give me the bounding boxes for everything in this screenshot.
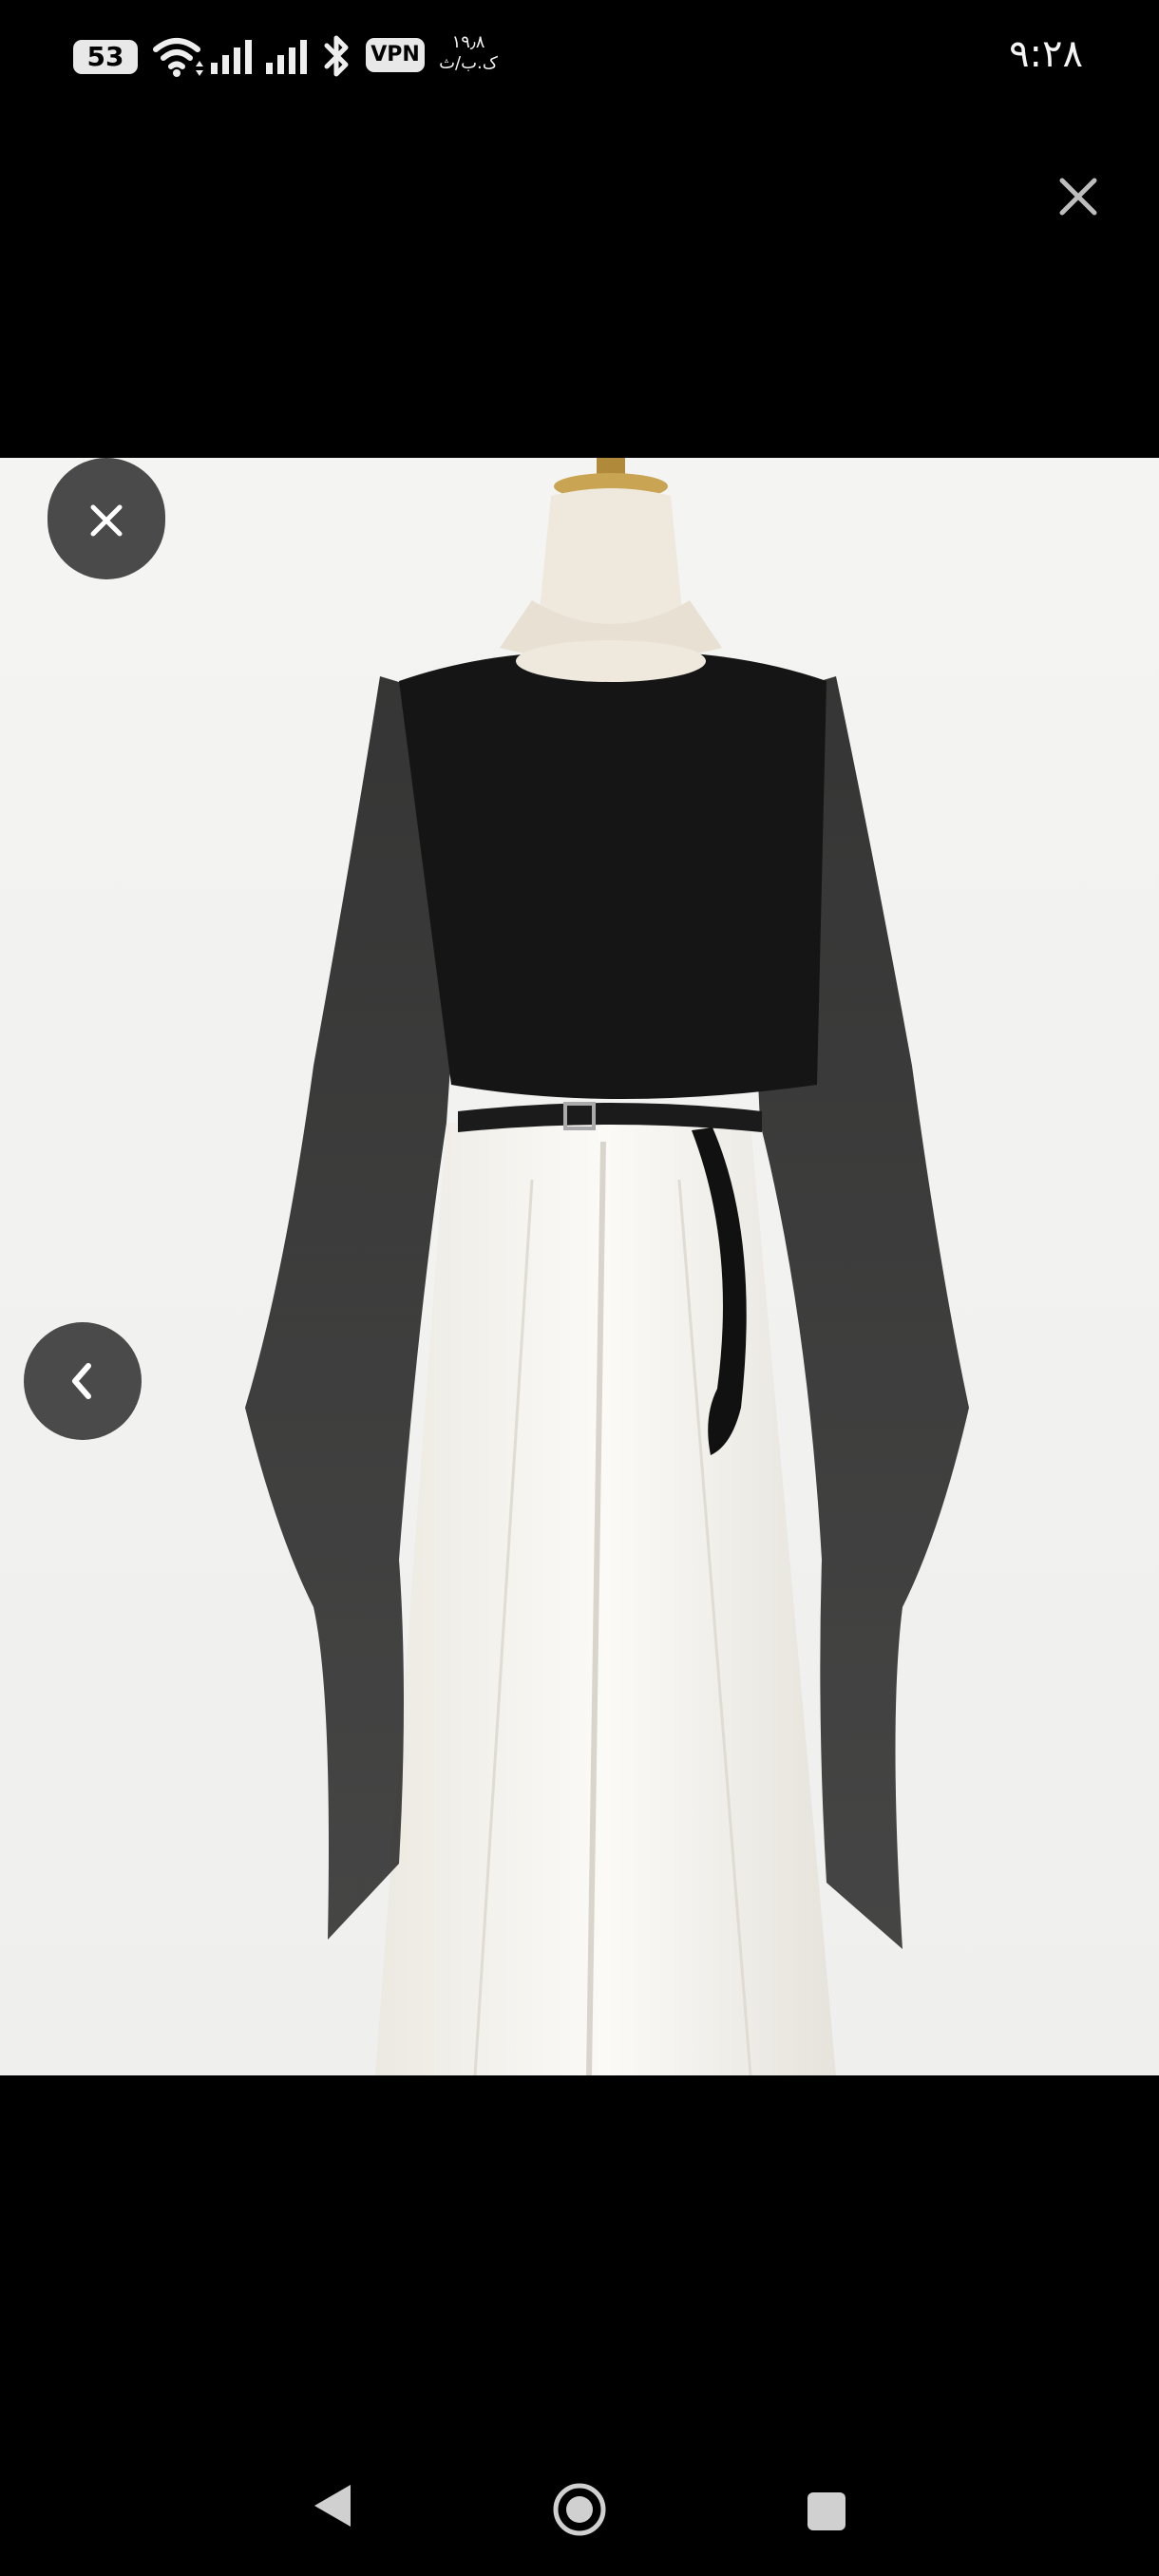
bluetooth-icon [324,35,349,77]
wifi-icon [153,38,203,77]
network-speed-value: ١٩٫٨ [451,32,485,52]
signal-icon [211,40,252,74]
clock: ٩:٢٨ [1009,32,1083,76]
network-speed: ١٩٫٨ ک.ب/ث [435,32,502,74]
top-close-button[interactable] [1053,171,1104,222]
close-icon [1059,178,1097,216]
close-icon [90,504,123,537]
chevron-left-icon [72,1363,91,1399]
home-circle-icon[interactable] [551,2481,608,2538]
image-viewer[interactable] [0,458,1159,2075]
image-close-button[interactable] [48,462,165,579]
product-image [0,458,1159,2075]
signal-icon [266,40,307,74]
battery-indicator: 53 [73,40,138,74]
vpn-badge: VPN [366,38,425,72]
network-speed-unit: ک.ب/ث [439,53,498,73]
back-triangle-icon[interactable] [309,2481,354,2530]
system-nav-bar [0,2432,1159,2576]
previous-image-button[interactable] [24,1322,142,1440]
recents-square-icon[interactable] [806,2491,847,2532]
status-bar: 53 VPN ١٩٫٨ ک.ب/ث ٩:٢٨ [0,0,1159,114]
